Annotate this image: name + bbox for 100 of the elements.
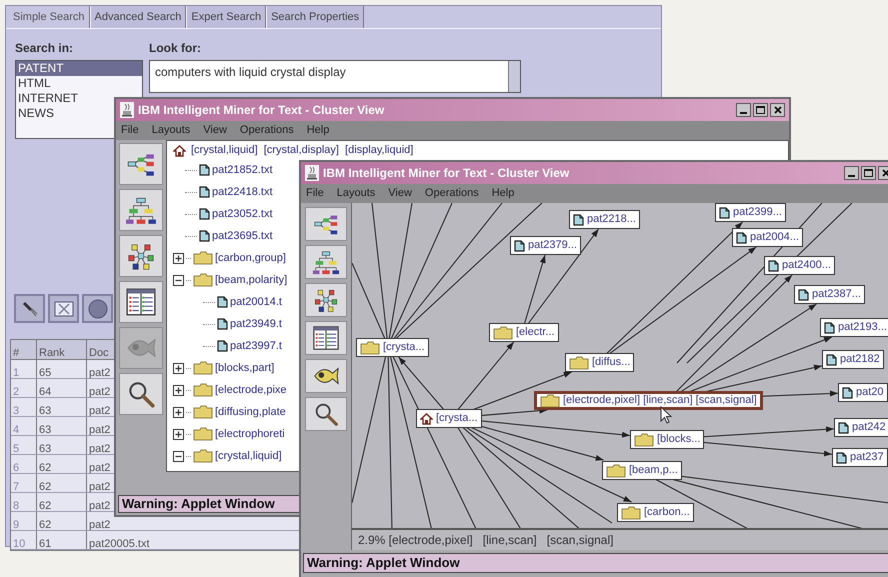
graph-node[interactable]: pat2387... [794,285,865,304]
table-cell: pat2 [89,462,110,474]
toolbar-button[interactable] [305,397,347,431]
folder-label[interactable]: [electrophoreti [215,426,285,442]
graph-node[interactable]: [electr... [489,323,559,342]
toolbar-button[interactable] [119,235,163,277]
tool-button[interactable] [48,294,79,323]
menu-item[interactable]: Operations [240,125,294,136]
document-icon [514,240,525,252]
minimize-button[interactable] [736,103,751,117]
file-name[interactable]: pat23949.t [230,316,282,332]
graph-node[interactable]: pat2182 [822,350,884,369]
minimize-button[interactable] [844,166,859,180]
graph-node[interactable]: [electrode,pixel] [line,scan] [scan,signal] [534,391,763,410]
table-cell: 62 [39,462,52,474]
table-cell: 62 [39,481,52,493]
tab[interactable]: Expert Search [186,6,266,28]
folder-label[interactable]: [diffusing,plate [215,404,286,420]
source-item[interactable]: INTERNET [16,91,80,106]
folder-label[interactable]: [crystal,liquid] [215,448,282,464]
graph-node[interactable]: pat2004... [732,228,803,247]
graph-node[interactable]: pat20 [838,383,888,402]
graph-node[interactable]: pat2400... [764,256,835,275]
toolbar-button[interactable] [119,143,163,185]
table-cell: 2 [13,386,20,398]
graph-node[interactable]: [crysta... [416,409,482,428]
maximize-button[interactable] [753,103,768,117]
menu-item[interactable]: File [306,188,324,199]
source-item[interactable]: NEWS [16,106,56,121]
toolbar-button[interactable] [305,283,347,317]
folder-icon [193,251,213,265]
folder-label[interactable]: [beam,polarity] [215,272,288,288]
graph-node[interactable]: [blocks... [630,430,704,449]
toolbar-button[interactable] [305,359,347,393]
menu-item[interactable]: View [203,125,227,136]
menu-item[interactable]: Help [492,188,514,199]
root-label[interactable]: [crystal,liquid] [crystal,display] [display,liquid] [191,144,414,157]
status-text: 2.9% [electrode,pixel] [line,scan] [scan,signal] [358,532,614,549]
toolbar-button[interactable] [305,245,347,279]
table-cell: 9 [13,519,20,531]
tab[interactable]: Search Properties [266,6,364,28]
graph-node[interactable]: [crysta... [356,338,429,357]
folder-label[interactable]: [electrode,pixe [215,382,287,398]
expand-icon[interactable] [173,428,184,440]
file-name[interactable]: pat23997.t [230,338,282,354]
close-button[interactable] [770,103,785,117]
graph-node[interactable]: pat237 [832,448,888,467]
table-cell: 63 [39,443,52,455]
toolbar-button[interactable] [119,281,163,323]
file-name[interactable]: pat20014.t [230,294,282,310]
expand-icon[interactable] [173,362,184,374]
graph-node[interactable]: pat2218... [569,210,640,229]
graph-node[interactable]: [carbon... [617,503,694,522]
collapse-icon[interactable] [173,274,184,286]
applet-warning: Warning: Applet Window [122,495,275,514]
expand-icon[interactable] [173,384,184,396]
toolbar-button[interactable] [305,321,347,355]
menu-item[interactable]: Operations [424,188,479,199]
tool-button[interactable] [82,294,113,323]
menu-item[interactable]: Layouts [336,188,376,199]
menu-item[interactable]: Help [306,125,330,136]
document-icon [199,230,210,242]
folder-label[interactable]: [carbon,group] [215,250,286,266]
minimize-icon [740,112,747,114]
toolbar-button[interactable] [305,207,347,241]
menu-item[interactable]: Layouts [152,125,190,136]
menu-item[interactable]: View [388,188,412,199]
graph-node[interactable]: [beam,p... [602,461,682,480]
graph-node[interactable]: pat242 [834,418,888,437]
graph-node[interactable]: pat2193... [820,318,888,337]
expand-icon[interactable] [173,406,184,418]
folder-icon [193,427,213,441]
file-name[interactable]: pat23695.txt [212,228,273,244]
collapse-icon[interactable] [173,450,184,462]
menu-item[interactable]: File [121,125,139,136]
table-cell: 7 [13,481,20,493]
query-field[interactable]: computers with liquid crystal display [149,60,521,93]
column-header[interactable]: Doc [89,347,109,359]
column-header[interactable]: # [13,347,20,359]
document-icon [199,186,210,198]
graph-node[interactable]: pat2379... [510,236,581,255]
graph-node[interactable]: pat2399... [715,203,786,222]
folder-icon [193,405,213,419]
toolbar-button[interactable] [119,189,163,231]
close-icon [774,106,782,114]
source-item[interactable]: PATENT [16,61,142,76]
maximize-button[interactable] [861,166,876,180]
file-name[interactable]: pat22418.txt [212,184,273,200]
folder-label[interactable]: [blocks,part] [215,360,274,376]
file-name[interactable]: pat23052.txt [212,206,273,222]
graph-node[interactable]: [diffus... [565,353,634,372]
source-item[interactable]: HTML [16,76,53,91]
column-header[interactable]: Rank [39,347,65,359]
tab[interactable]: Advanced Search [90,6,186,28]
tool-button[interactable] [14,294,45,323]
table-cell: 6 [13,462,20,474]
file-name[interactable]: pat21852.txt [212,162,273,178]
expand-icon[interactable] [173,252,184,264]
document-icon [768,260,779,272]
toolbar-button[interactable] [119,373,163,415]
